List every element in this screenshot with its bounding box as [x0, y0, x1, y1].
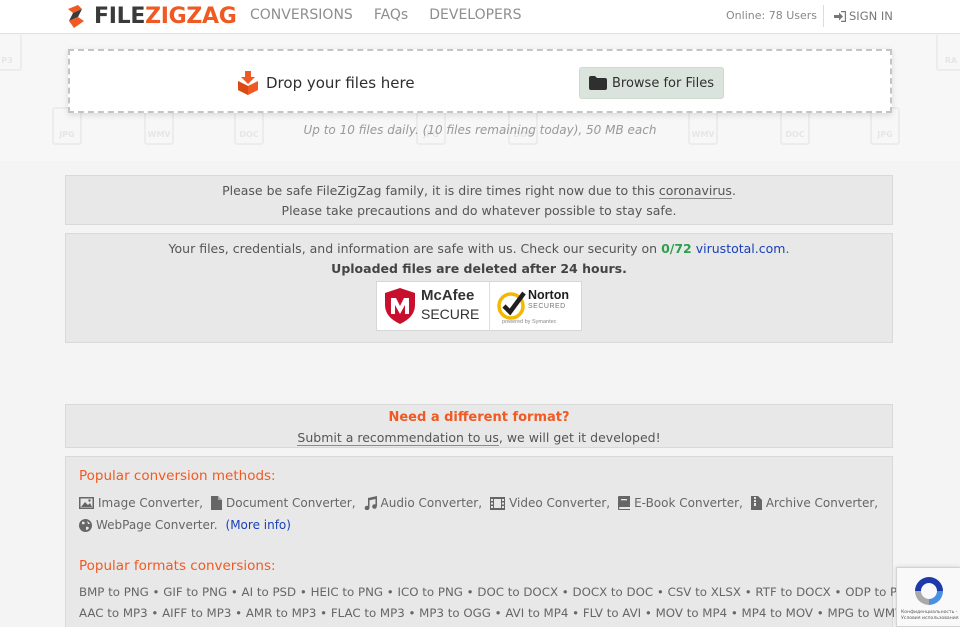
popular-formats-title: Popular formats conversions:	[79, 558, 276, 574]
notice-line-2: Please take precautions and do whatever …	[281, 203, 677, 218]
image-converter-link[interactable]: Image Converter,	[79, 495, 203, 511]
security-line-1: Your files, credentials, and information…	[168, 241, 790, 256]
drop-files-text: Drop your files here	[266, 74, 415, 92]
recaptcha-badge[interactable]: Конфиденциальность - Условия использован…	[896, 567, 960, 627]
webpage-converter-link[interactable]: WebPage Converter.	[79, 517, 218, 533]
mcafee-secure-badge[interactable]: McAfee SECURE	[377, 282, 490, 330]
sign-in-link[interactable]: SIGN IN	[834, 9, 893, 23]
popular-section: Popular conversion methods: Image Conver…	[65, 456, 930, 627]
different-format-title: Need a different format?	[388, 410, 570, 425]
deletion-notice: Uploaded files are deleted after 24 hour…	[331, 261, 627, 276]
coronavirus-notice: Please be safe FileZigZag family, it is …	[65, 175, 893, 225]
film-icon	[490, 496, 506, 510]
different-format-box: Need a different format? Submit a recomm…	[65, 404, 893, 448]
archive-file-icon	[750, 496, 762, 510]
recommendation-line: Submit a recommendation to us, we will g…	[297, 430, 661, 446]
submit-recommendation-link[interactable]: Submit a recommendation to us	[297, 430, 499, 446]
book-icon	[618, 496, 631, 510]
logo-text: FILEZIGZAG	[94, 4, 237, 29]
norton-secured-label: SECURED	[528, 303, 566, 310]
norton-powered-by: powered by Symantec	[502, 319, 557, 325]
norton-secured-badge[interactable]: Norton SECURED powered by Symantec	[490, 282, 581, 330]
security-box: Your files, credentials, and information…	[65, 233, 893, 343]
more-info-link[interactable]: (More info)	[226, 517, 291, 533]
music-note-icon	[364, 496, 377, 510]
folder-icon	[588, 76, 607, 90]
notice-line-1: Please be safe FileZigZag family, it is …	[222, 183, 736, 199]
image-icon	[79, 497, 94, 509]
main-nav: CONVERSIONS FAQs DEVELOPERS	[250, 6, 543, 24]
upload-limit-text: Up to 10 files daily. (10 files remainin…	[303, 123, 657, 137]
mcafee-shield-icon	[385, 288, 415, 324]
mcafee-secure-label: SECURE	[421, 306, 480, 322]
conversion-methods-row-2: WebPage Converter. (More info)	[79, 517, 291, 533]
security-badges: McAfee SECURE Norton SECURED powered by …	[376, 281, 582, 331]
formats-row-1[interactable]: BMP to PNG • GIF to PNG • AI to PSD • HE…	[79, 584, 930, 600]
background-file-icon: RA	[936, 35, 960, 71]
video-converter-link[interactable]: Video Converter,	[490, 495, 610, 511]
document-icon	[210, 496, 222, 510]
archive-converter-link[interactable]: Archive Converter,	[750, 495, 878, 511]
audio-converter-link[interactable]: Audio Converter,	[364, 495, 482, 511]
logo[interactable]: FILEZIGZAG	[64, 3, 237, 31]
recaptcha-logo-icon	[915, 577, 943, 605]
file-drop-zone[interactable]: Drop your files here Browse for Files	[68, 49, 892, 113]
mcafee-name: McAfee	[421, 287, 475, 304]
nav-developers[interactable]: DEVELOPERS	[429, 6, 521, 24]
document-converter-link[interactable]: Document Converter,	[210, 495, 356, 511]
browse-files-button[interactable]: Browse for Files	[579, 67, 724, 99]
virustotal-score: 0/72	[661, 241, 692, 256]
norton-name: Norton	[528, 288, 569, 302]
ebook-converter-link[interactable]: E-Book Converter,	[618, 495, 743, 511]
nav-faqs[interactable]: FAQs	[374, 6, 408, 24]
conversion-methods-row: Image Converter, Document Converter, Aud…	[79, 495, 886, 511]
download-box-icon	[238, 71, 258, 95]
nav-conversions[interactable]: CONVERSIONS	[250, 6, 353, 24]
recaptcha-privacy-text: Конфиденциальность - Условия использован…	[901, 610, 959, 621]
globe-icon	[79, 518, 92, 532]
zigzag-logo-icon	[68, 5, 84, 28]
norton-checkmark-icon	[497, 291, 526, 320]
background-file-icon: P3	[0, 35, 22, 71]
virustotal-link[interactable]: virustotal.com	[696, 241, 786, 256]
popular-methods-title: Popular conversion methods:	[79, 468, 276, 484]
sign-in-icon	[834, 10, 846, 22]
formats-row-2[interactable]: AAC to MP3 • AIFF to MP3 • AMR to MP3 • …	[79, 605, 914, 621]
top-header: FILEZIGZAG CONVERSIONS FAQs DEVELOPERS O…	[0, 0, 960, 34]
header-divider	[823, 5, 824, 27]
coronavirus-link[interactable]: coronavirus	[658, 183, 732, 199]
online-users-count: Online: 78 Users	[726, 9, 817, 22]
